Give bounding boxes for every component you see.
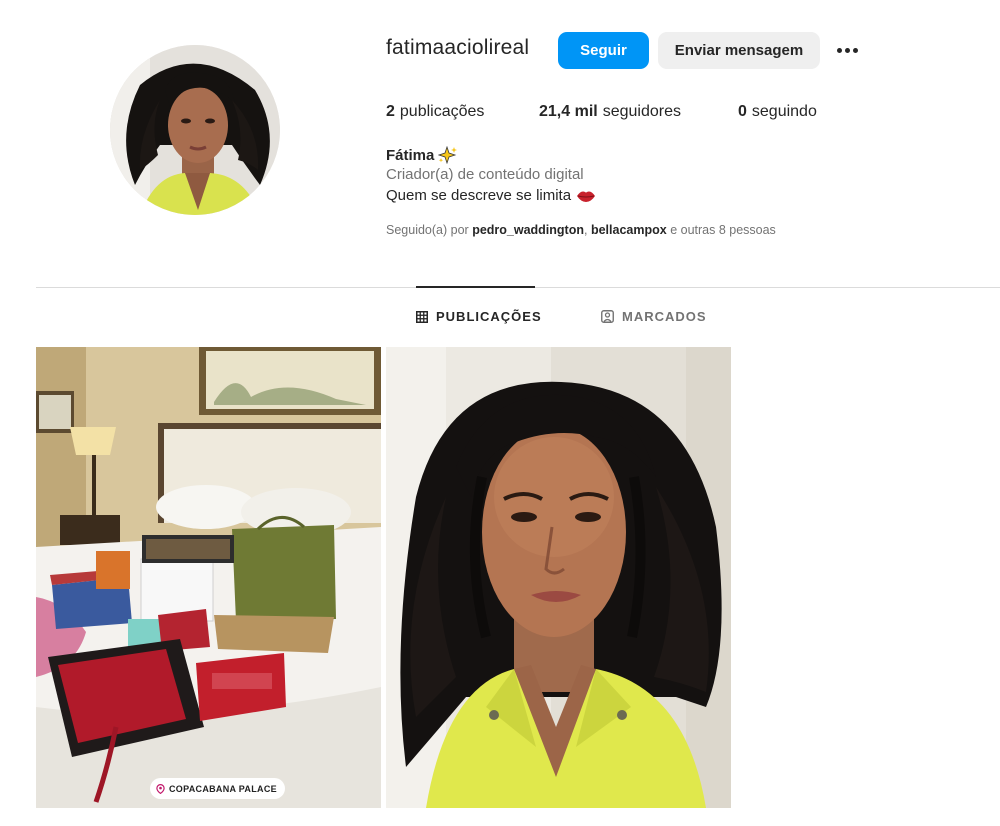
sparkle-emoji-icon bbox=[438, 146, 458, 164]
followed-by-prefix: Seguido(a) por bbox=[386, 223, 469, 237]
dot bbox=[852, 47, 858, 53]
followers-label: seguidores bbox=[602, 103, 681, 120]
profile-bio: Quem se descreve se limita bbox=[386, 187, 572, 204]
active-tab-indicator bbox=[416, 286, 535, 288]
profile-category: Criador(a) de conteúdo digital bbox=[386, 166, 584, 183]
followed-by-suffix: e outras 8 pessoas bbox=[670, 223, 776, 237]
grid-icon bbox=[416, 310, 428, 323]
tab-posts-label: PUBLICAÇÕES bbox=[436, 309, 542, 324]
profile-avatar[interactable] bbox=[110, 45, 280, 215]
followed-by-user-1[interactable]: pedro_waddington bbox=[472, 223, 584, 237]
followed-by-user-2[interactable]: bellacampox bbox=[591, 223, 667, 237]
post-image-1 bbox=[36, 347, 381, 808]
post-image-2 bbox=[386, 347, 731, 808]
following-count: 0 bbox=[738, 103, 747, 120]
post-thumbnail-2[interactable] bbox=[386, 347, 731, 808]
avatar-image bbox=[110, 45, 280, 215]
more-options-icon[interactable] bbox=[834, 38, 860, 62]
location-pin-icon bbox=[156, 783, 165, 794]
following-label: seguindo bbox=[751, 103, 817, 120]
username: fatimaaciolireal bbox=[386, 36, 530, 59]
tab-tagged-label: MARCADOS bbox=[622, 309, 707, 324]
dot bbox=[844, 47, 850, 53]
profile-stats: 2 publicações 21,4 mil seguidores 0 segu… bbox=[386, 103, 817, 121]
followers-stat[interactable]: 21,4 mil seguidores bbox=[539, 103, 738, 121]
lips-emoji-icon bbox=[577, 191, 596, 202]
followed-by-text[interactable]: Seguido(a) por pedro_waddington, bellaca… bbox=[386, 223, 776, 237]
full-name-row: Fátima bbox=[386, 146, 458, 164]
tagged-icon bbox=[601, 310, 614, 323]
tab-tagged[interactable]: MARCADOS bbox=[601, 309, 707, 324]
posts-label: publicações bbox=[399, 103, 485, 120]
location-tag: COPACABANA PALACE bbox=[150, 778, 285, 799]
post-thumbnail-1[interactable]: COPACABANA PALACE bbox=[36, 347, 381, 808]
dot bbox=[836, 47, 842, 53]
send-message-button[interactable]: Enviar mensagem bbox=[658, 32, 820, 69]
following-stat[interactable]: 0 seguindo bbox=[738, 103, 817, 121]
posts-count: 2 bbox=[386, 103, 395, 120]
followers-count: 21,4 mil bbox=[539, 103, 598, 120]
posts-count-stat: 2 publicações bbox=[386, 103, 539, 121]
location-label: COPACABANA PALACE bbox=[169, 783, 277, 794]
profile-bio-row: Quem se descreve se limita bbox=[386, 187, 596, 204]
tab-posts[interactable]: PUBLICAÇÕES bbox=[416, 309, 542, 324]
followed-by-separator: , bbox=[584, 223, 588, 237]
follow-button[interactable]: Seguir bbox=[558, 32, 649, 69]
full-name: Fátima bbox=[386, 146, 435, 164]
